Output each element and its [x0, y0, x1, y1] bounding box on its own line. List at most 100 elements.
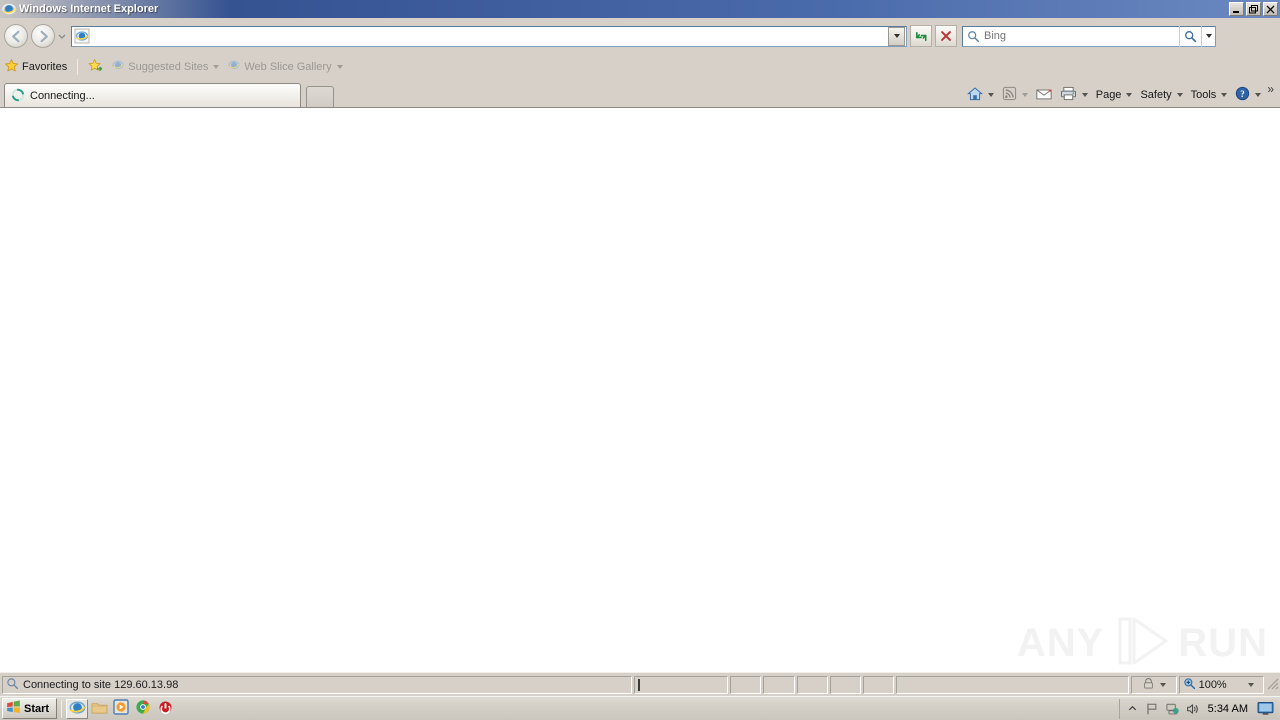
chevron-down-icon [893, 34, 900, 38]
search-provider-dropdown[interactable] [1201, 25, 1215, 47]
close-x-icon [941, 31, 951, 41]
chevron-down-icon [1221, 93, 1228, 97]
lock-zone-icon [1142, 677, 1155, 693]
safety-menu-label: Safety [1140, 89, 1172, 101]
zoom-in-icon [1183, 677, 1196, 693]
title-bar[interactable]: Windows Internet Explorer [0, 0, 1280, 18]
home-button[interactable] [963, 84, 998, 106]
resize-grip-icon[interactable] [1265, 676, 1279, 694]
show-desktop-icon[interactable] [1256, 700, 1274, 718]
security-zone-panel[interactable] [1130, 675, 1177, 694]
clock-label[interactable]: 5:34 AM [1208, 703, 1248, 715]
tab-connecting[interactable]: Connecting... [4, 83, 301, 108]
suggested-sites-button[interactable]: Suggested Sites [107, 56, 223, 77]
anyrun-watermark: ANY RUN [1017, 615, 1268, 670]
forward-button[interactable] [31, 24, 55, 48]
tools-menu[interactable]: Tools [1187, 84, 1232, 106]
internet-explorer-icon [69, 699, 86, 719]
flag-icon[interactable] [1145, 701, 1160, 716]
back-button[interactable] [4, 24, 28, 48]
mail-button[interactable] [1032, 84, 1056, 106]
favorites-label: Favorites [22, 60, 68, 73]
feeds-button[interactable] [998, 84, 1032, 106]
help-icon: ? [1235, 86, 1250, 104]
svg-text:?: ? [1241, 89, 1245, 99]
status-text: Connecting to site 129.60.13.98 [23, 678, 179, 691]
start-label: Start [24, 702, 50, 715]
taskbar-item-file-explorer[interactable] [88, 699, 110, 719]
taskbar-item-chrome[interactable] [132, 699, 154, 719]
status-panel [796, 675, 828, 694]
favorites-button[interactable]: Favorites [0, 56, 71, 77]
search-icon [1185, 30, 1197, 42]
tools-menu-label: Tools [1190, 89, 1217, 101]
chrome-icon [135, 699, 151, 718]
chevron-down-icon [1126, 93, 1133, 97]
restore-button[interactable] [1246, 2, 1261, 16]
print-button[interactable] [1056, 84, 1092, 106]
search-globe-icon [6, 677, 19, 693]
address-dropdown-button[interactable] [888, 26, 905, 46]
mail-icon [1036, 87, 1052, 104]
chevron-down-icon [1247, 682, 1254, 687]
star-icon [4, 58, 19, 76]
network-icon[interactable] [1165, 701, 1180, 716]
taskbar-item-shutdown[interactable] [154, 699, 176, 719]
chevron-up-icon[interactable] [1125, 701, 1140, 716]
tab-bar: Connecting... Page Safety Tools ? » [0, 79, 1280, 108]
refresh-button[interactable] [910, 25, 932, 47]
taskbar-item-internet-explorer[interactable] [66, 698, 89, 719]
page-menu[interactable]: Page [1092, 84, 1137, 106]
zoom-level-label: 100% [1198, 678, 1227, 691]
help-button[interactable]: ? [1231, 84, 1265, 106]
chevron-down-icon [987, 93, 994, 97]
address-bar[interactable] [71, 25, 907, 47]
loading-spinner-icon [11, 88, 25, 105]
search-icon [965, 28, 982, 44]
volume-icon[interactable] [1185, 701, 1200, 716]
printer-icon [1060, 86, 1077, 104]
command-bar-overflow-button[interactable]: » [1265, 82, 1276, 106]
window-title: Windows Internet Explorer [19, 3, 159, 15]
refresh-icon [915, 31, 927, 41]
status-panel [763, 675, 795, 694]
watermark-text-left: ANY [1016, 620, 1105, 665]
search-input[interactable] [982, 27, 1179, 45]
folder-icon [91, 700, 108, 718]
quicklaunch-separator [61, 699, 63, 718]
chevron-down-icon [213, 64, 220, 69]
chevron-down-icon [1081, 93, 1088, 97]
search-box[interactable] [962, 25, 1216, 47]
zoom-panel[interactable]: 100% [1178, 675, 1264, 694]
chevron-down-icon [1205, 34, 1212, 38]
star-add-icon [88, 58, 103, 76]
tab-label: Connecting... [30, 90, 95, 102]
chevron-down-icon [336, 64, 343, 69]
address-input[interactable] [90, 27, 888, 45]
internet-explorer-icon [227, 58, 241, 75]
overflow-chevrons-label: » [1267, 82, 1274, 96]
suggested-sites-label: Suggested Sites [128, 60, 209, 73]
arrow-right-icon [40, 30, 48, 42]
rss-icon [1002, 86, 1017, 104]
close-button[interactable] [1263, 2, 1278, 16]
web-slice-gallery-button[interactable]: Web Slice Gallery [223, 56, 346, 77]
stop-button[interactable] [935, 25, 957, 47]
start-button[interactable]: Start [2, 698, 58, 719]
internet-explorer-icon [74, 28, 90, 44]
add-to-favorites-bar-button[interactable] [84, 56, 107, 77]
chevron-down-icon [1176, 93, 1183, 97]
progress-panel [634, 675, 729, 694]
status-message-panel: Connecting to site 129.60.13.98 [2, 675, 633, 694]
taskbar-item-media-player[interactable] [110, 699, 132, 719]
new-tab-button[interactable] [306, 86, 334, 108]
page-menu-label: Page [1095, 89, 1122, 101]
navigation-toolbar [0, 18, 1280, 54]
status-panel [863, 675, 895, 694]
recent-pages-button[interactable] [55, 24, 69, 48]
safety-menu[interactable]: Safety [1136, 84, 1186, 106]
window-controls [1229, 2, 1278, 16]
minimize-button[interactable] [1229, 2, 1244, 16]
internet-explorer-icon [111, 58, 125, 75]
search-go-button[interactable] [1179, 25, 1201, 47]
